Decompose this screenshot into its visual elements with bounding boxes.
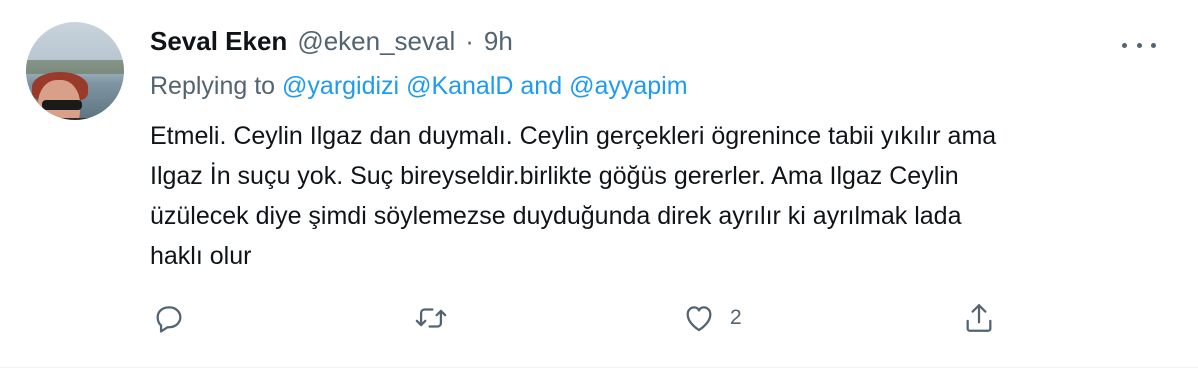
like-button[interactable]: 2 [682, 296, 742, 340]
like-count: 2 [730, 306, 742, 329]
mention-ayyapim[interactable]: @ayyapim [569, 72, 687, 100]
share-icon [966, 304, 992, 332]
tweet[interactable]: Seval Eken @eken_seval · 9h Replying to … [0, 0, 1198, 368]
tweet-time[interactable]: 9h [484, 26, 513, 57]
replying-to: Replying to @yargidizi @KanalD and @ayya… [150, 72, 688, 101]
share-button[interactable] [962, 296, 996, 340]
tweet-text: Etmeli. Ceylin Ilgaz dan duymalı. Ceylin… [150, 116, 1160, 276]
tweet-text-line: Etmeli. Ceylin Ilgaz dan duymalı. Ceylin… [150, 122, 997, 150]
replying-to-label: Replying to [150, 72, 276, 100]
tweet-text-line: üzülecek diye şimdi söylemezse duyduğund… [150, 202, 962, 230]
retweet-button[interactable] [414, 296, 448, 340]
mention-joiner: and [520, 72, 563, 100]
heart-icon [686, 306, 712, 332]
mention-kanald[interactable]: @KanalD [406, 72, 513, 100]
tweet-actions: 2 [150, 296, 1010, 340]
separator-dot: · [465, 26, 474, 56]
mention-yargidizi[interactable]: @yargidizi [282, 72, 399, 100]
retweet-icon [415, 308, 447, 328]
avatar[interactable] [26, 22, 124, 120]
tweet-header: Seval Eken @eken_seval · 9h [150, 26, 513, 62]
more-options-icon[interactable] [1122, 34, 1156, 56]
reply-button[interactable] [152, 296, 186, 340]
tweet-text-line: haklı olur [150, 242, 252, 270]
author-handle[interactable]: @eken_seval [297, 26, 455, 57]
author-name[interactable]: Seval Eken [150, 26, 287, 57]
tweet-text-line: Ilgaz İn suçu yok. Suç bireyseldir.birli… [150, 162, 959, 190]
reply-icon [156, 306, 182, 333]
